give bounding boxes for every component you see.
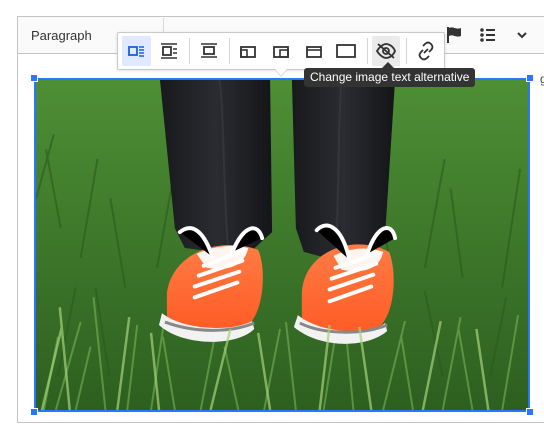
image-toolbar-separator — [189, 38, 191, 64]
sneakers-on-grass-image — [36, 80, 528, 410]
original-size-icon[interactable] — [332, 36, 361, 66]
centered-icon[interactable] — [194, 36, 223, 66]
image-toolbar-pointer — [275, 69, 287, 76]
selected-image[interactable] — [34, 78, 530, 412]
toolbar-right-icons — [440, 17, 544, 53]
inline-left-icon[interactable] — [122, 36, 151, 66]
heading-dropdown-label: Paragraph — [31, 27, 92, 43]
tooltip: Change image text alternative — [304, 68, 476, 87]
wrapped-icon[interactable] — [299, 36, 328, 66]
chevron-down-icon[interactable] — [508, 21, 536, 49]
resize-handle-top-right[interactable] — [526, 74, 534, 82]
editor-page: Paragraph Change image text alternative … — [0, 0, 544, 432]
image-toolbar-separator — [406, 38, 408, 64]
image-toolbar-separator — [229, 38, 230, 64]
side-image-icon[interactable] — [234, 36, 263, 66]
resize-handle-top-left[interactable] — [30, 74, 38, 82]
link-icon[interactable] — [411, 36, 440, 66]
tooltip-text: Change image text alternative — [310, 70, 470, 84]
edge-text: g — [540, 72, 544, 86]
left-aligned-icon[interactable] — [155, 36, 184, 66]
image-toolbar-separator — [366, 38, 368, 64]
full-width-icon[interactable] — [267, 36, 296, 66]
bulleted-list-icon[interactable] — [474, 21, 502, 49]
resize-handle-bottom-right[interactable] — [526, 408, 534, 416]
resize-handle-bottom-left[interactable] — [30, 408, 38, 416]
image-toolbar — [117, 32, 445, 70]
